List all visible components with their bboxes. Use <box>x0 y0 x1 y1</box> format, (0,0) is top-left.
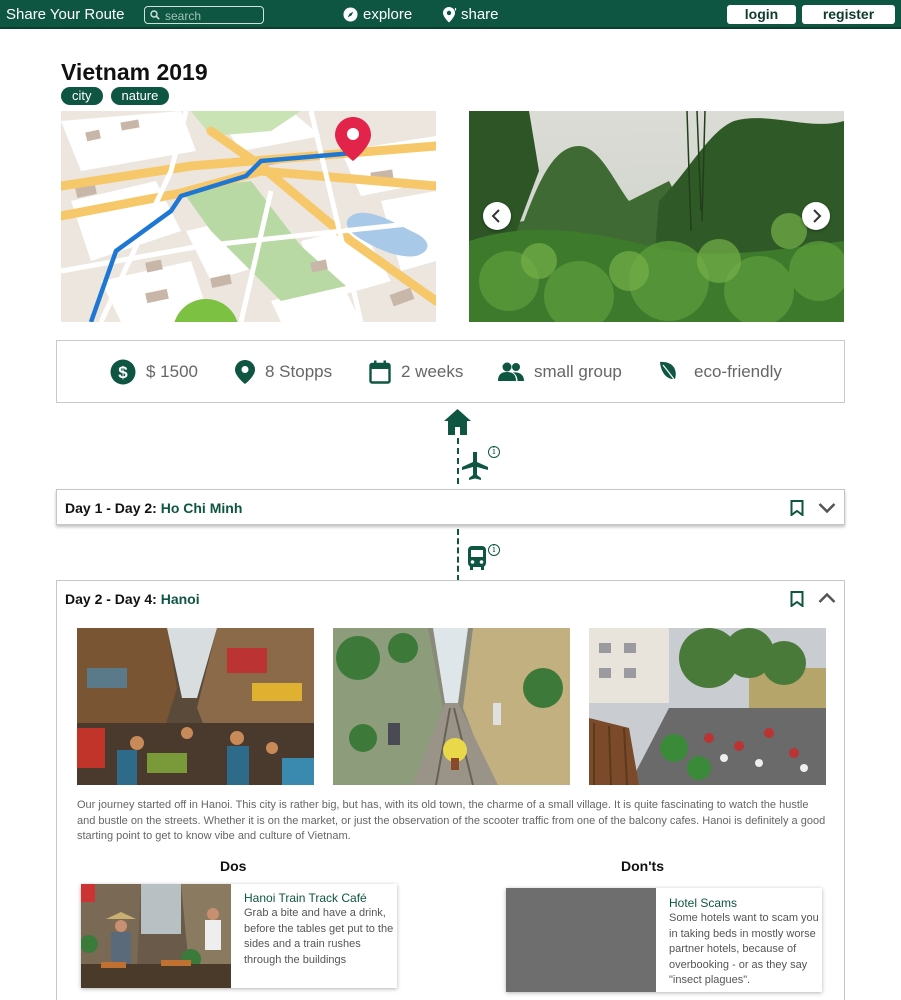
tag-nature[interactable]: nature <box>110 87 170 105</box>
market-street-image <box>77 628 314 785</box>
timeline-connector <box>457 529 459 581</box>
fact-group: small group <box>498 358 622 386</box>
dollar-icon: $ <box>110 359 136 385</box>
dont-card-text: Some hotels want to scam you in taking b… <box>669 912 819 986</box>
nav-explore-link[interactable]: explore <box>343 6 412 23</box>
day-city: Hanoi <box>160 591 200 607</box>
day-card-title[interactable]: Day 2 - Day 4: Hanoi <box>65 591 200 607</box>
map-pin-icon <box>443 6 457 22</box>
nav-explore-label: explore <box>363 6 413 23</box>
leaf-icon <box>660 361 677 383</box>
home-icon <box>444 409 471 435</box>
fact-eco: eco-friendly <box>658 358 782 386</box>
day-range: Day 1 - Day 2: <box>65 500 161 516</box>
group-icon <box>498 362 524 381</box>
train-street-image <box>333 628 570 785</box>
chevron-up-icon[interactable] <box>818 592 836 604</box>
dont-card[interactable]: Hotel Scams Some hotels want to scam you… <box>506 888 822 992</box>
donts-heading: Don'ts <box>621 858 664 874</box>
balcony-view-photo[interactable] <box>589 628 826 785</box>
search-icon <box>150 10 160 20</box>
day-card-hanoi: Day 2 - Day 4: Hanoi Our journey started… <box>56 580 845 1000</box>
calendar-icon <box>369 360 391 384</box>
bookmark-icon[interactable] <box>790 500 804 516</box>
info-icon[interactable]: i <box>488 544 500 556</box>
fact-budget-value: $ 1500 <box>146 362 198 381</box>
search-input[interactable]: search <box>144 6 264 24</box>
bookmark-icon[interactable] <box>790 591 804 607</box>
day-description: Our journey started off in Hanoi. This c… <box>77 799 826 842</box>
fact-stops: 8 Stopps <box>235 358 332 386</box>
tag-city[interactable]: city <box>61 87 103 105</box>
timeline-connector <box>457 438 459 484</box>
fact-budget: $ $ 1500 <box>110 358 198 386</box>
fact-eco-value: eco-friendly <box>694 362 782 381</box>
chevron-down-icon[interactable] <box>818 502 836 514</box>
day-card-title: Day 1 - Day 2: Ho Chi Minh <box>65 500 242 516</box>
login-button[interactable]: login <box>727 5 796 24</box>
route-map[interactable] <box>61 111 436 322</box>
do-card[interactable]: Hanoi Train Track Café Grab a bite and h… <box>81 884 397 988</box>
nav-share-label: share <box>461 6 499 23</box>
train-cafe-image <box>81 884 231 988</box>
chevron-left-icon <box>491 209 500 223</box>
balcony-view-image <box>589 628 826 785</box>
map-image <box>61 111 436 322</box>
fact-duration-value: 2 weeks <box>401 362 464 381</box>
dont-card-title: Hotel Scams <box>669 896 738 910</box>
brand-name[interactable]: Share Your Route <box>6 6 124 23</box>
day-card-ho-chi-minh[interactable]: Day 1 - Day 2: Ho Chi Minh <box>56 489 845 525</box>
route-title: Vietnam 2019 <box>61 59 208 85</box>
route-facts-bar: $ $ 1500 8 Stopps 2 weeks small group ec… <box>56 340 845 403</box>
fact-duration: 2 weeks <box>369 358 463 386</box>
do-card-text: Grab a bite and have a drink, before the… <box>244 907 394 966</box>
airplane-icon <box>462 452 488 480</box>
dos-heading: Dos <box>220 858 247 874</box>
do-card-photo <box>81 884 231 988</box>
location-pin-icon <box>235 360 255 384</box>
bus-icon <box>468 546 486 570</box>
fact-stops-value: 8 Stopps <box>265 362 333 381</box>
jungle-photo <box>469 111 844 322</box>
compass-icon <box>343 7 358 22</box>
fact-group-value: small group <box>534 362 622 381</box>
svg-text:$: $ <box>118 363 128 382</box>
dont-card-image-placeholder <box>506 888 656 992</box>
day-range: Day 2 - Day 4: <box>65 591 161 607</box>
day-city: Ho Chi Minh <box>160 500 243 516</box>
top-navigation-bar: Share Your Route search explore share lo… <box>0 0 901 29</box>
carousel-next-button[interactable] <box>802 202 830 230</box>
register-button[interactable]: register <box>802 5 895 24</box>
tag-list: city nature <box>61 87 170 105</box>
search-placeholder: search <box>165 9 202 23</box>
do-card-title: Hanoi Train Track Café <box>244 891 367 905</box>
nav-share-link[interactable]: share <box>443 6 499 23</box>
photo-carousel[interactable] <box>469 111 844 322</box>
train-street-photo[interactable] <box>333 628 570 785</box>
chevron-right-icon <box>813 209 822 223</box>
carousel-prev-button[interactable] <box>483 202 511 230</box>
info-icon[interactable]: i <box>488 446 500 458</box>
hanoi-market-photo[interactable] <box>77 628 314 785</box>
